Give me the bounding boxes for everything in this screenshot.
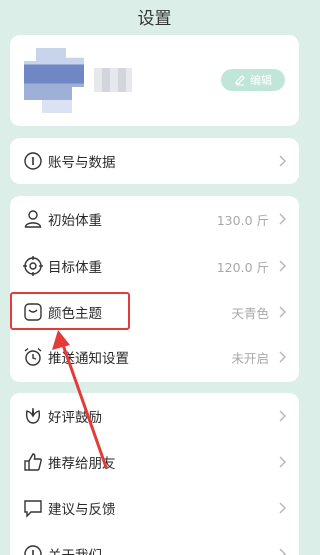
target-icon: [23, 256, 43, 276]
chevron-right-icon: [279, 410, 286, 422]
chevron-right-icon: [279, 260, 286, 272]
push-notification-label: 推送通知设置: [48, 351, 129, 367]
target-weight-label: 目标体重: [48, 260, 102, 276]
pencil-icon: [235, 75, 245, 86]
about-us-label: 关于我们: [48, 544, 102, 555]
body-settings-card: 初始体重 130.0 斤 目标体重 120.0 斤 颜色主题 天青色 推送通知设…: [10, 196, 299, 382]
chevron-right-icon: [279, 351, 286, 363]
info-icon: [24, 152, 42, 170]
chevron-right-icon: [279, 548, 286, 555]
message-icon: [24, 500, 42, 518]
edit-profile-button[interactable]: 编辑: [221, 69, 285, 91]
recommend-label: 推荐给朋友: [48, 456, 116, 472]
more-card: 好评鼓励 推荐给朋友 建议与反馈 关于我们: [10, 393, 299, 555]
initial-weight-label: 初始体重: [48, 213, 102, 229]
target-weight-row[interactable]: 目标体重 120.0 斤: [10, 243, 299, 289]
thumbs-up-icon: [24, 453, 42, 471]
initial-weight-row[interactable]: 初始体重 130.0 斤: [10, 196, 299, 242]
chevron-right-icon: [279, 502, 286, 514]
push-notification-row[interactable]: 推送通知设置 未开启: [10, 334, 299, 380]
color-theme-value: 天青色: [231, 305, 269, 321]
about-us-row[interactable]: 关于我们: [10, 531, 299, 555]
account-data-row[interactable]: 账号与数据: [10, 138, 299, 184]
info-icon: [24, 545, 42, 555]
target-weight-value: 120.0 斤: [216, 259, 269, 275]
page-title: 设置: [137, 9, 172, 29]
edit-label: 编辑: [250, 74, 272, 87]
profile-card[interactable]: 编辑: [10, 35, 299, 126]
recommend-row[interactable]: 推荐给朋友: [10, 439, 299, 485]
push-notification-value: 未开启: [231, 350, 269, 366]
chevron-right-icon: [279, 456, 286, 468]
chevron-right-icon: [279, 213, 286, 225]
account-data-label: 账号与数据: [48, 155, 116, 171]
nickname-blurred: [94, 68, 132, 92]
alarm-clock-icon: [24, 347, 42, 366]
flower-icon: [25, 407, 41, 424]
feedback-row[interactable]: 建议与反馈: [10, 485, 299, 531]
person-icon: [24, 210, 42, 228]
chevron-right-icon: [279, 306, 286, 318]
color-theme-row[interactable]: 颜色主题 天青色: [10, 289, 299, 335]
rate-us-row[interactable]: 好评鼓励: [10, 393, 299, 439]
avatar[interactable]: [24, 48, 84, 113]
theme-icon: [24, 303, 42, 321]
color-theme-label: 颜色主题: [48, 306, 102, 322]
rate-us-label: 好评鼓励: [48, 410, 102, 426]
account-card: 账号与数据: [10, 138, 299, 184]
feedback-label: 建议与反馈: [48, 502, 116, 518]
initial-weight-value: 130.0 斤: [216, 212, 269, 228]
chevron-right-icon: [279, 155, 286, 167]
